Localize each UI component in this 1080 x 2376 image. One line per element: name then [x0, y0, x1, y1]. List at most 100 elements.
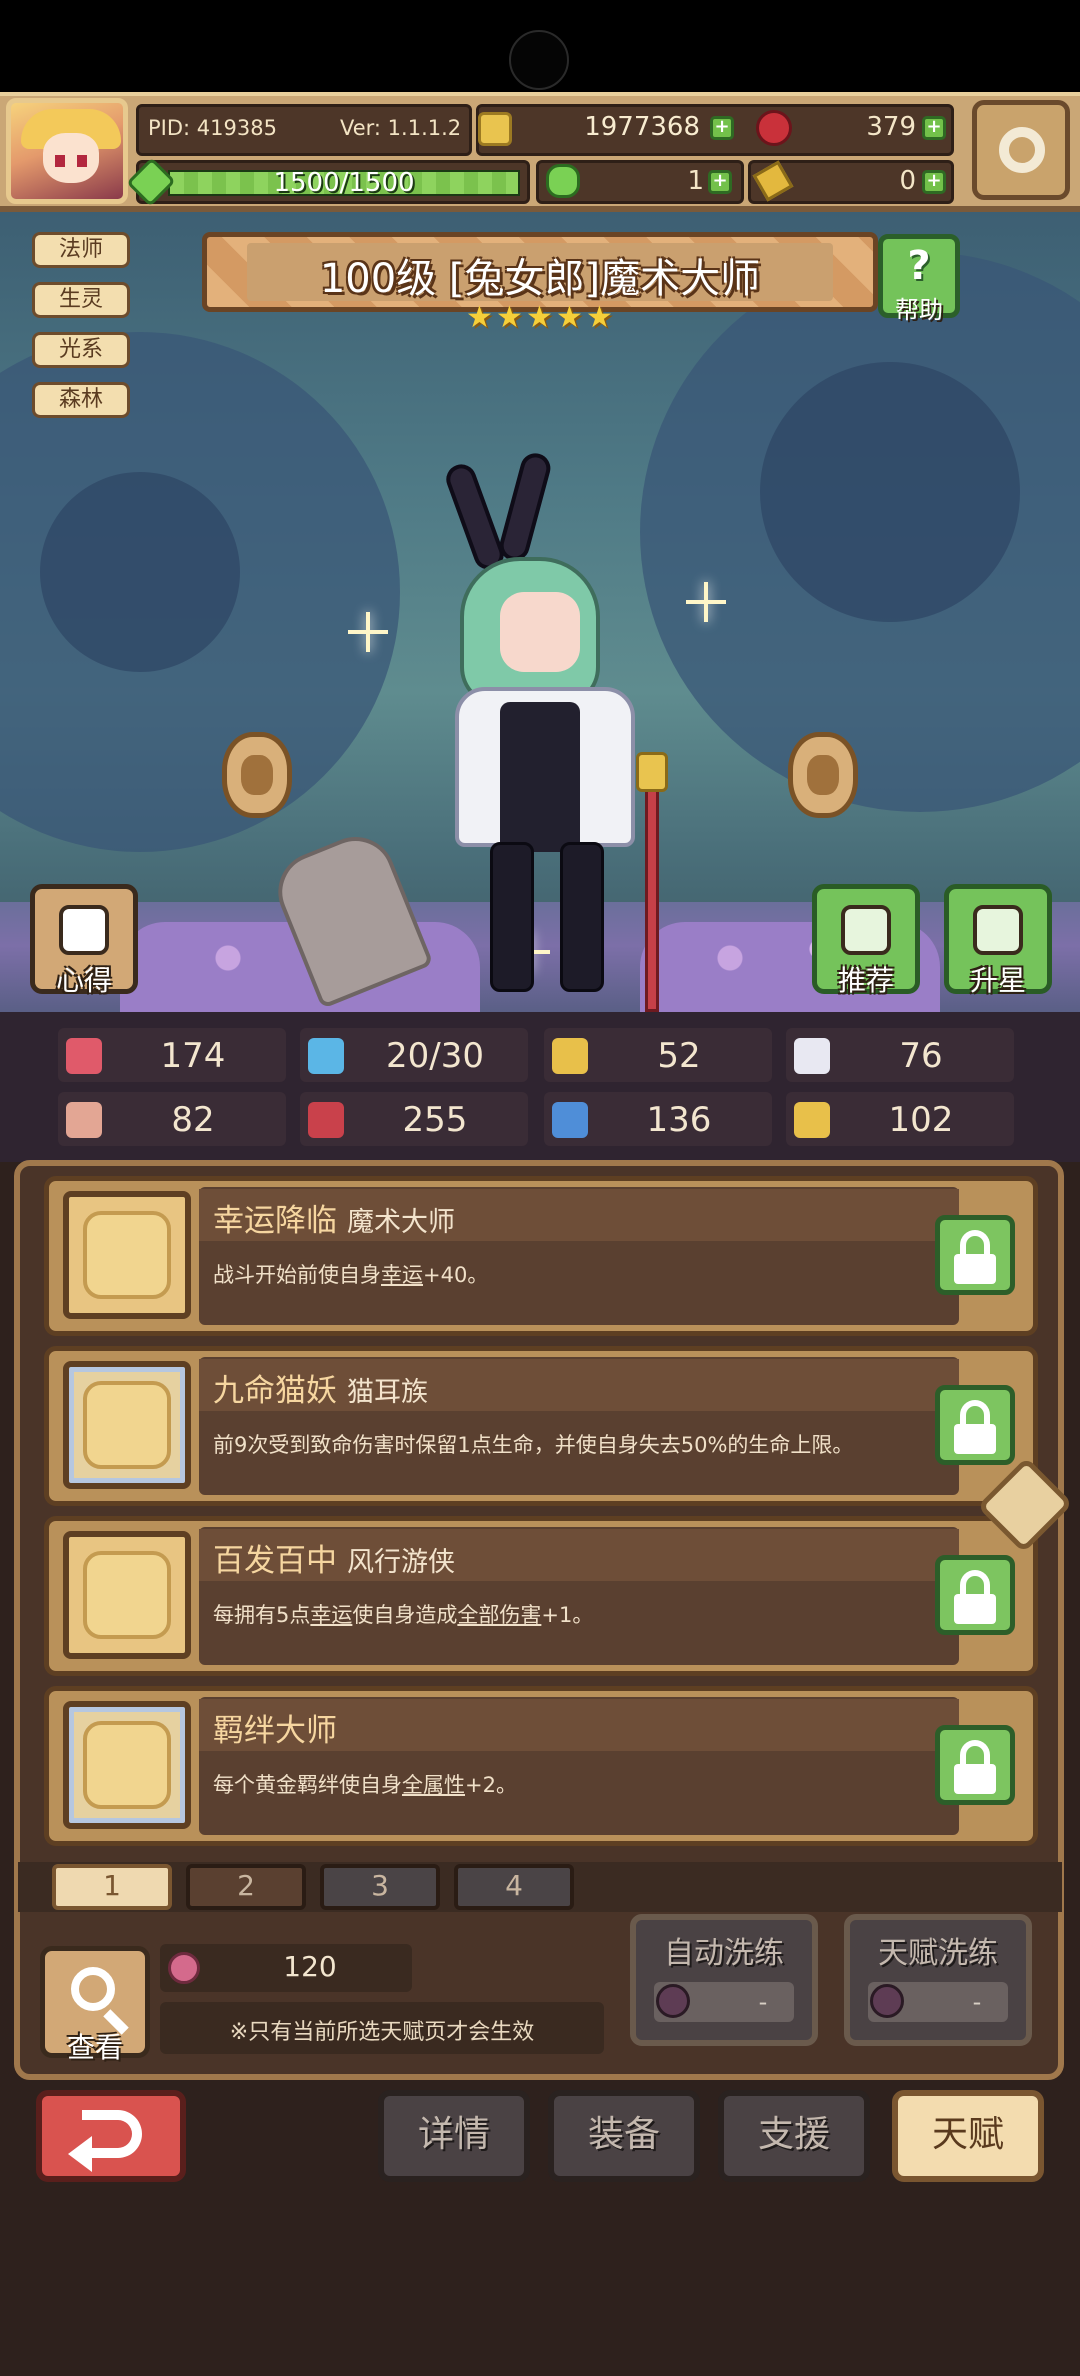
game-version: Ver: 1.1.1.2: [340, 116, 462, 140]
xp-text: 1500/1500: [273, 168, 415, 198]
auto-reroll-value: -: [758, 1988, 768, 2016]
nav-equip[interactable]: 装备: [548, 2090, 700, 2182]
star-icon: ★: [496, 300, 523, 335]
hero-body: [500, 702, 580, 852]
star-icon: ★: [466, 300, 493, 335]
talent-desc-text: 每拥有5点: [213, 1603, 311, 1627]
gold-amount: 1977368: [584, 112, 700, 142]
talent-card[interactable]: 羁绊大师 每个黄金羁绊使自身全属性+2。: [44, 1686, 1038, 1846]
talent-page-note: ※只有当前所选天赋页才会生效: [229, 2020, 535, 2045]
horseshoe-icon: [794, 1102, 830, 1138]
stat-value: 52: [657, 1036, 701, 1076]
magic-cane: [645, 762, 659, 1012]
mana-drop-icon: [308, 1038, 344, 1074]
lock-icon[interactable]: [935, 1215, 1015, 1295]
stat-value: 102: [888, 1100, 954, 1140]
recommend-button[interactable]: 推荐: [812, 884, 920, 997]
avatar-face: [43, 133, 99, 183]
lock-body: [954, 1764, 996, 1794]
hero-character[interactable]: [440, 449, 670, 1012]
wing-icon: [794, 1038, 830, 1074]
game-screen: PID: 419385 Ver: 1.1.1.2 1977368 + 379 +…: [0, 0, 1080, 2376]
talent-source: 风行游侠: [347, 1547, 455, 1578]
player-id: PID: 419385: [148, 116, 277, 140]
shield-icon: [552, 1038, 588, 1074]
talent-name-row: 幸运降临 魔术大师: [213, 1195, 455, 1240]
scroll-icon: [59, 905, 109, 955]
gold-coin-icon: [478, 112, 512, 146]
sparkle: [686, 582, 726, 622]
talent-desc-text: 战斗开始前使自身: [213, 1263, 381, 1287]
stat-value: 174: [160, 1036, 226, 1076]
add-gems-button[interactable]: +: [922, 116, 946, 140]
stat-wing: 76: [786, 1028, 1014, 1082]
star-icon: [63, 1191, 191, 1319]
talent-icon-face: [83, 1381, 171, 1469]
rune-stone-left: [222, 732, 292, 818]
star-up-button[interactable]: 升星: [944, 884, 1052, 997]
stat-fist: 82: [58, 1092, 286, 1146]
tree-knot: [40, 472, 240, 672]
settings-gear-icon[interactable]: [972, 100, 1070, 200]
star-icon: [63, 1531, 191, 1659]
star-rating: ★ ★ ★ ★ ★: [466, 300, 614, 340]
talent-page-tab-4[interactable]: 4: [454, 1864, 574, 1910]
heart-icon: [66, 1038, 102, 1074]
tag-race[interactable]: 生灵: [32, 282, 130, 318]
player-avatar[interactable]: [6, 98, 128, 204]
talent-page-tab-3[interactable]: 3: [320, 1864, 440, 1910]
cat-icon: [63, 1361, 191, 1489]
talent-keyword: 全属性: [402, 1773, 465, 1797]
add-key-button[interactable]: +: [922, 170, 946, 194]
hero-leg: [560, 842, 604, 992]
stat-mana-drop: 20/30: [300, 1028, 528, 1082]
tag-element[interactable]: 光系: [32, 332, 130, 368]
lock-icon[interactable]: [935, 1385, 1015, 1465]
stat-value: 82: [171, 1100, 215, 1140]
lock-body: [954, 1594, 996, 1624]
talent-reroll-label: 天赋洗练: [878, 1936, 998, 1971]
rune-stone-right: [788, 732, 858, 818]
stat-horseshoe: 102: [786, 1092, 1014, 1146]
notes-button[interactable]: 心得: [30, 884, 138, 997]
talent-name: 羁绊大师: [213, 1713, 337, 1749]
talent-source: 魔术大师: [347, 1207, 455, 1238]
gem-amount: 379: [866, 112, 916, 142]
talent-keyword: 幸运: [310, 1603, 353, 1627]
avatar-eye: [55, 155, 65, 167]
talent-card[interactable]: 百发百中 风行游侠 每拥有5点幸运使自身造成全部伤害+1。: [44, 1516, 1038, 1676]
add-gold-button[interactable]: +: [710, 116, 734, 140]
add-clover-button[interactable]: +: [708, 170, 732, 194]
talent-card[interactable]: 幸运降临 魔术大师战斗开始前使自身幸运+40。: [44, 1176, 1038, 1336]
key-amount: 0: [899, 166, 916, 196]
clover-icon: [546, 164, 580, 198]
talent-keyword: 全部伤害: [457, 1603, 542, 1627]
clover-amount: 1: [687, 166, 704, 196]
nav-detail[interactable]: 详情: [378, 2090, 530, 2182]
stat-boot: 136: [544, 1092, 772, 1146]
talent-card[interactable]: 九命猫妖 猫耳族 前9次受到致命伤害时保留1点生命，并使自身失去50%的生命上限。: [44, 1346, 1038, 1506]
back-arrow-tip: [68, 2136, 92, 2172]
potion-count: 120: [283, 1950, 337, 1983]
star-up-label: 升星: [969, 964, 1026, 997]
talent-desc-text: 使自身造成: [352, 1603, 458, 1627]
lock-icon[interactable]: [935, 1725, 1015, 1805]
view-label: 查看: [66, 2031, 123, 2064]
nav-talent[interactable]: 天赋: [892, 2090, 1044, 2182]
lock-body: [954, 1254, 996, 1284]
talent-desc-text: +2。: [465, 1773, 517, 1797]
talent-source: 猫耳族: [347, 1377, 428, 1408]
tag-class[interactable]: 法师: [32, 232, 130, 268]
sparkle: [348, 612, 388, 652]
talent-reroll-button[interactable]: 天赋洗练 -: [844, 1914, 1032, 2046]
nav-support[interactable]: 支援: [718, 2090, 870, 2182]
lock-icon[interactable]: [935, 1555, 1015, 1635]
tag-habitat[interactable]: 森林: [32, 382, 130, 418]
cane-head: [636, 752, 668, 792]
back-button[interactable]: [36, 2090, 186, 2182]
talent-description: 战斗开始前使自身幸运+40。: [213, 1259, 933, 1289]
talent-page-tab-1[interactable]: 1: [52, 1864, 172, 1910]
thumbs-up-icon: [841, 905, 891, 955]
talent-page-tab-2[interactable]: 2: [186, 1864, 306, 1910]
auto-reroll-button[interactable]: 自动洗练 -: [630, 1914, 818, 2046]
